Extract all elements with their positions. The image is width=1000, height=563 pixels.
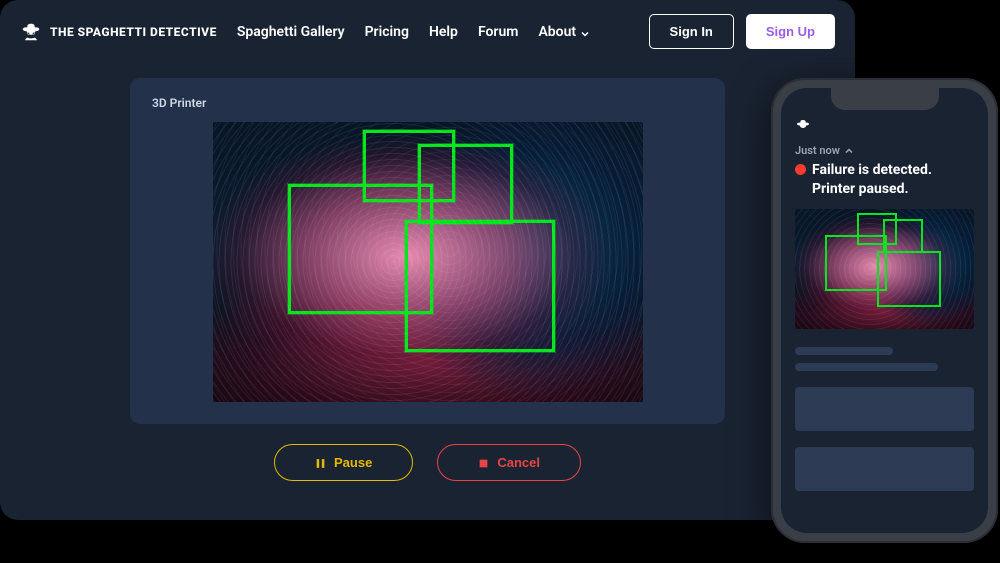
notification-time[interactable]: Just now [795, 144, 974, 157]
stop-icon [478, 457, 489, 468]
nav-links: Spaghetti Gallery Pricing Help Forum Abo… [237, 24, 590, 40]
desktop-app-window: THE SPAGHETTI DETECTIVE Spaghetti Galler… [0, 0, 855, 520]
detective-icon [20, 21, 42, 43]
detection-box [288, 184, 433, 314]
detection-box [877, 251, 941, 307]
skeleton-block [795, 387, 974, 431]
skeleton-loader [795, 347, 974, 491]
nav-link-forum[interactable]: Forum [478, 24, 519, 40]
phone-mockup: Just now Failure is detected. Printer pa… [771, 78, 998, 543]
nav-link-gallery[interactable]: Spaghetti Gallery [237, 24, 345, 40]
cancel-button-label: Cancel [497, 455, 540, 470]
nav-auth: Sign In Sign Up [649, 14, 835, 49]
chevron-down-icon [580, 27, 590, 37]
detection-box [857, 213, 897, 245]
detective-icon [795, 118, 811, 134]
detection-box [363, 130, 455, 202]
nav-link-about-label: About [538, 24, 576, 40]
brand-name: THE SPAGHETTI DETECTIVE [50, 25, 217, 39]
alert-text: Failure is detected. Printer paused. [812, 161, 932, 199]
detection-box [825, 235, 887, 291]
alert-line-1: Failure is detected. [812, 162, 932, 178]
pause-button[interactable]: Pause [274, 444, 413, 481]
detection-box [418, 144, 513, 224]
notification-time-label: Just now [795, 144, 840, 157]
brand-logo[interactable]: THE SPAGHETTI DETECTIVE [20, 21, 217, 43]
printer-card: 3D Printer [130, 78, 725, 424]
printer-title: 3D Printer [152, 96, 703, 110]
nav-link-about[interactable]: About [538, 24, 590, 40]
printer-camera-feed [213, 122, 643, 402]
detection-box [883, 219, 923, 253]
phone-content: Just now Failure is detected. Printer pa… [781, 88, 988, 509]
skeleton-line [795, 363, 938, 371]
nav-link-help[interactable]: Help [429, 24, 458, 40]
navbar: THE SPAGHETTI DETECTIVE Spaghetti Galler… [0, 0, 855, 63]
chevron-up-icon [844, 146, 854, 156]
nav-link-pricing[interactable]: Pricing [365, 24, 409, 40]
pause-button-label: Pause [334, 455, 372, 470]
alert-dot-icon [795, 164, 806, 175]
alert-line-2: Printer paused. [812, 181, 909, 197]
phone-camera-feed [795, 209, 974, 329]
skeleton-block [795, 447, 974, 491]
phone-screen: Just now Failure is detected. Printer pa… [781, 88, 988, 533]
failure-alert: Failure is detected. Printer paused. [795, 161, 974, 199]
cancel-button[interactable]: Cancel [437, 444, 581, 481]
detection-box [405, 220, 555, 352]
sign-up-button[interactable]: Sign Up [746, 14, 835, 49]
phone-notch [831, 88, 939, 110]
skeleton-line [795, 347, 893, 355]
printer-actions: Pause Cancel [0, 444, 855, 481]
pause-icon [315, 457, 326, 468]
sign-in-button[interactable]: Sign In [649, 14, 734, 49]
